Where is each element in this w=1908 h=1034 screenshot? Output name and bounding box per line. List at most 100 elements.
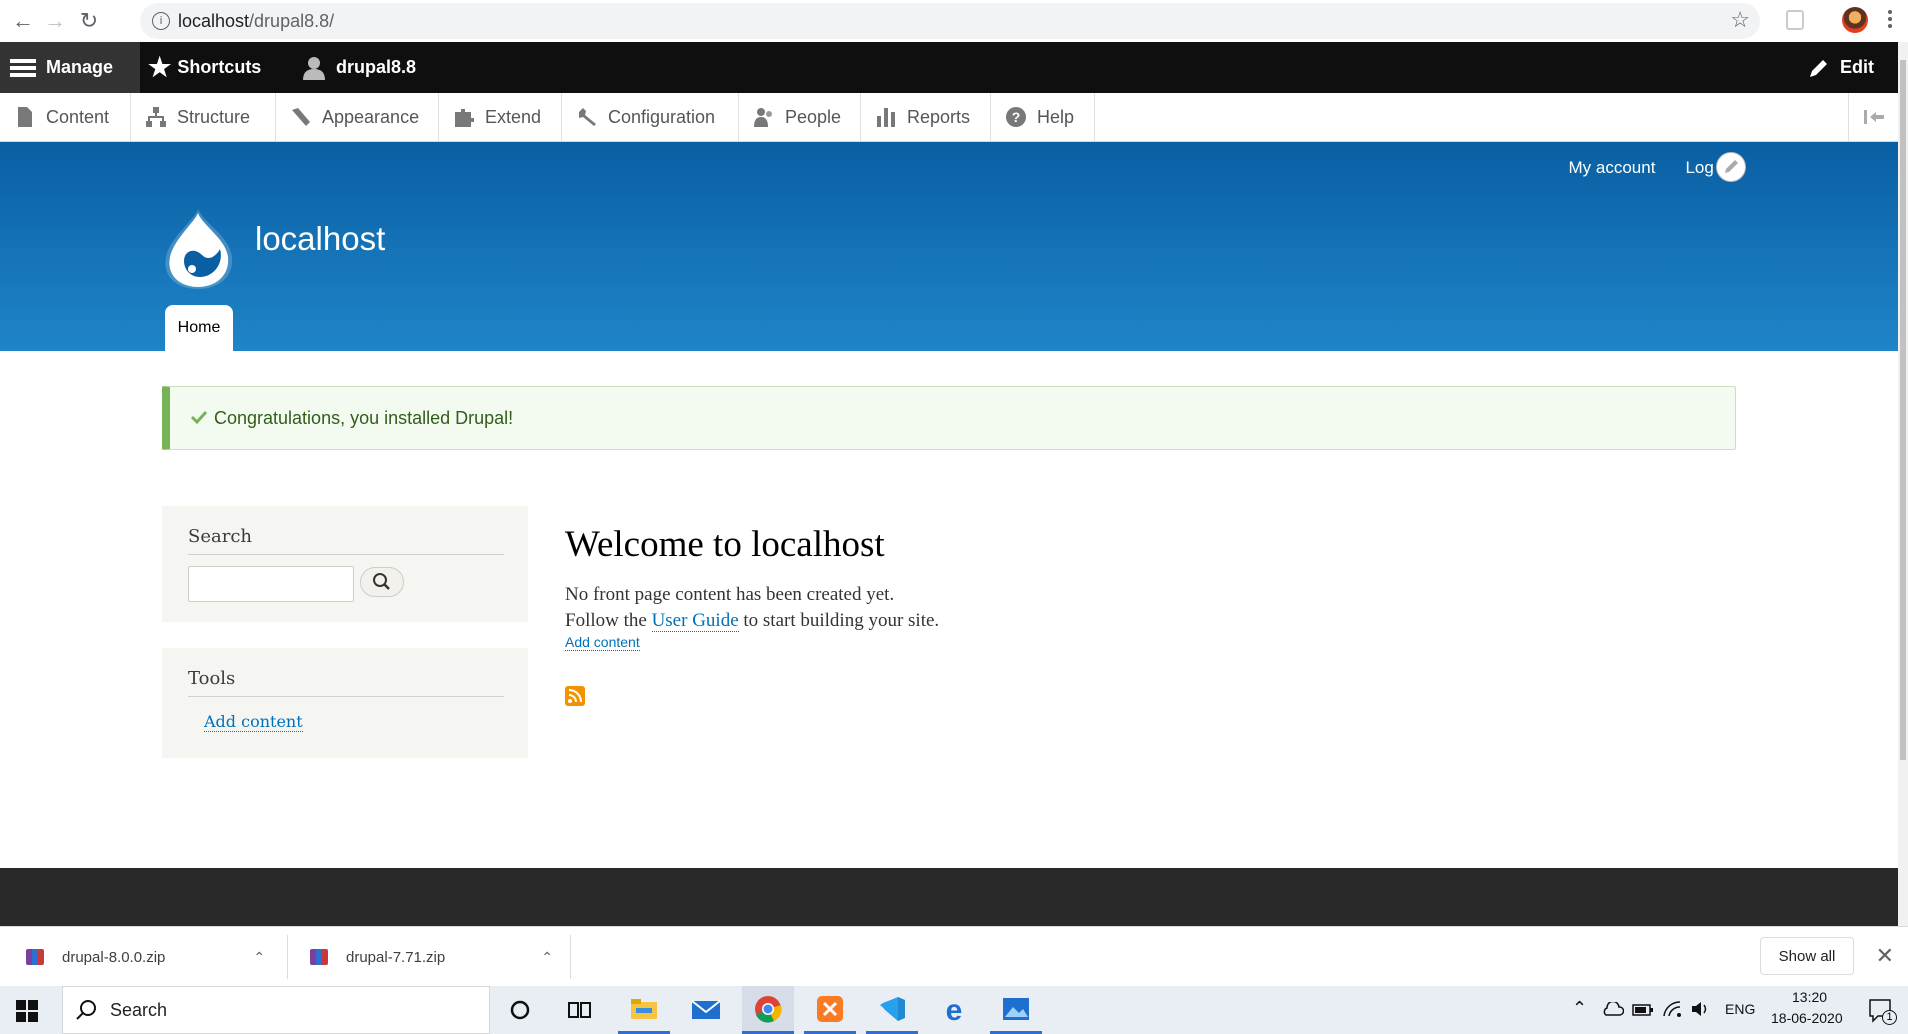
reload-icon[interactable]: ↻ — [76, 8, 102, 34]
xampp-icon[interactable] — [804, 986, 856, 1034]
mail-icon[interactable] — [680, 986, 732, 1034]
user-label: drupal8.8 — [336, 57, 417, 77]
pencil-icon — [1810, 59, 1827, 77]
user-guide-link[interactable]: User Guide — [651, 610, 739, 632]
notification-badge: 1 — [1882, 1010, 1897, 1025]
tray-item-configuration[interactable]: Configuration — [562, 93, 739, 141]
tray-label: Reports — [907, 106, 971, 127]
user-guide-line: Follow the User Guide to start building … — [565, 608, 939, 634]
tab-home[interactable]: Home — [165, 305, 233, 351]
url-host: localhost — [178, 11, 250, 31]
account-menu: My account Log o — [1569, 158, 1728, 178]
vscode-icon[interactable] — [866, 986, 918, 1034]
edit-label: Edit — [1840, 57, 1874, 77]
menu-dots-icon[interactable] — [1888, 9, 1892, 29]
download-item[interactable]: drupal-8.0.0.zip ⌃ — [26, 927, 265, 987]
tray-label: Content — [46, 106, 110, 127]
url-text[interactable]: localhost/drupal8.8/ — [178, 11, 334, 32]
download-filename: drupal-7.71.zip — [346, 948, 446, 966]
profile-avatar[interactable] — [1842, 7, 1868, 33]
wrench-icon — [579, 108, 596, 126]
divider — [570, 935, 571, 979]
bookmark-star-icon[interactable]: ☆ — [1730, 7, 1750, 33]
rss-feed-icon[interactable] — [565, 686, 585, 706]
sitemap-icon — [146, 107, 166, 127]
info-icon[interactable]: i — [152, 12, 170, 30]
scrollbar-thumb[interactable] — [1900, 60, 1906, 760]
file-explorer-icon[interactable] — [618, 986, 670, 1034]
hamburger-icon — [10, 58, 36, 77]
windows-start-icon[interactable] — [16, 1000, 38, 1027]
puzzle-icon — [455, 109, 474, 127]
search-input[interactable] — [188, 566, 354, 602]
download-filename: drupal-8.0.0.zip — [62, 948, 166, 966]
status-text: Congratulations, you installed Drupal! — [214, 408, 514, 428]
taskbar-search-box[interactable]: Search — [62, 986, 490, 1034]
tray-item-structure[interactable]: Structure — [131, 93, 276, 141]
chevron-up-icon[interactable]: ⌃ — [1572, 998, 1587, 1019]
contextual-edit-icon[interactable] — [1716, 152, 1746, 182]
front-page-text: No front page content has been created y… — [565, 582, 939, 634]
search-block: Search — [162, 506, 528, 622]
tools-add-content-link[interactable]: Add content — [204, 712, 303, 732]
tray-label: Structure — [177, 106, 251, 127]
extension-icon[interactable] — [1786, 10, 1804, 30]
language-indicator[interactable]: ENG — [1725, 1001, 1755, 1017]
svg-text:?: ? — [1012, 109, 1021, 125]
search-block-title: Search — [188, 526, 252, 547]
tray-item-reports[interactable]: Reports — [861, 93, 991, 141]
orientation-toggle-icon[interactable] — [1848, 93, 1899, 141]
clock-time[interactable]: 13:20 — [1792, 989, 1827, 1005]
tray-label: Appearance — [322, 106, 420, 127]
search-icon — [373, 573, 390, 590]
edit-button[interactable]: Edit — [1808, 42, 1874, 93]
site-name[interactable]: localhost — [255, 220, 385, 258]
bar-chart-icon — [877, 108, 895, 127]
zip-file-icon — [310, 949, 328, 965]
wifi-icon[interactable] — [1662, 1000, 1684, 1023]
user-button[interactable]: drupal8.8 — [302, 42, 416, 93]
edge-icon[interactable]: e — [928, 986, 980, 1034]
forward-icon[interactable]: → — [42, 8, 68, 34]
notification-icon[interactable]: 1 — [1868, 998, 1897, 1029]
taskbar: Search e ⌃ ENG 13:20 18-06-2020 1 — [0, 986, 1908, 1034]
show-all-button[interactable]: Show all — [1760, 937, 1854, 975]
brush-icon — [292, 108, 310, 126]
tray-label: People — [785, 106, 842, 127]
drupal-logo-icon[interactable] — [160, 207, 236, 291]
shortcuts-button[interactable]: ★ Shortcuts — [148, 42, 261, 93]
photos-icon[interactable] — [990, 986, 1042, 1034]
task-view-icon[interactable] — [554, 986, 606, 1034]
close-icon[interactable]: ✕ — [1876, 943, 1894, 969]
tray-item-extend[interactable]: Extend — [439, 93, 562, 141]
chevron-up-icon[interactable]: ⌃ — [541, 949, 553, 966]
back-icon[interactable]: ← — [10, 8, 36, 34]
tray-item-appearance[interactable]: Appearance — [276, 93, 439, 141]
search-button[interactable] — [360, 567, 404, 597]
download-item[interactable]: drupal-7.71.zip ⌃ — [310, 927, 553, 987]
volume-icon[interactable] — [1690, 1000, 1712, 1023]
divider — [188, 696, 504, 697]
file-icon — [18, 107, 32, 127]
manage-button[interactable]: Manage — [0, 42, 140, 93]
page-title: Welcome to localhost — [565, 524, 885, 565]
tools-block: Tools Add content — [162, 648, 528, 758]
status-message: Congratulations, you installed Drupal! — [162, 386, 1736, 450]
svg-text:e: e — [946, 996, 963, 1024]
browser-chrome: ← → ↻ i localhost/drupal8.8/ ☆ — [0, 0, 1908, 42]
cortana-icon[interactable] — [494, 986, 546, 1034]
tray-item-content[interactable]: Content — [0, 93, 131, 141]
tray-item-people[interactable]: People — [739, 93, 861, 141]
tray-item-help[interactable]: ? Help — [991, 93, 1095, 141]
taskbar-search-label: Search — [110, 1000, 168, 1020]
my-account-link[interactable]: My account — [1569, 158, 1656, 178]
clock-date[interactable]: 18-06-2020 — [1771, 1010, 1843, 1026]
cloud-icon[interactable] — [1602, 1000, 1625, 1021]
site-footer — [0, 868, 1898, 926]
address-bar[interactable]: i localhost/drupal8.8/ ☆ — [140, 3, 1760, 39]
battery-icon[interactable] — [1632, 1003, 1654, 1021]
user-guide-prefix: Follow the — [565, 610, 652, 631]
chrome-icon[interactable] — [742, 986, 794, 1034]
chevron-up-icon[interactable]: ⌃ — [253, 949, 265, 966]
add-content-link[interactable]: Add content — [565, 634, 640, 651]
